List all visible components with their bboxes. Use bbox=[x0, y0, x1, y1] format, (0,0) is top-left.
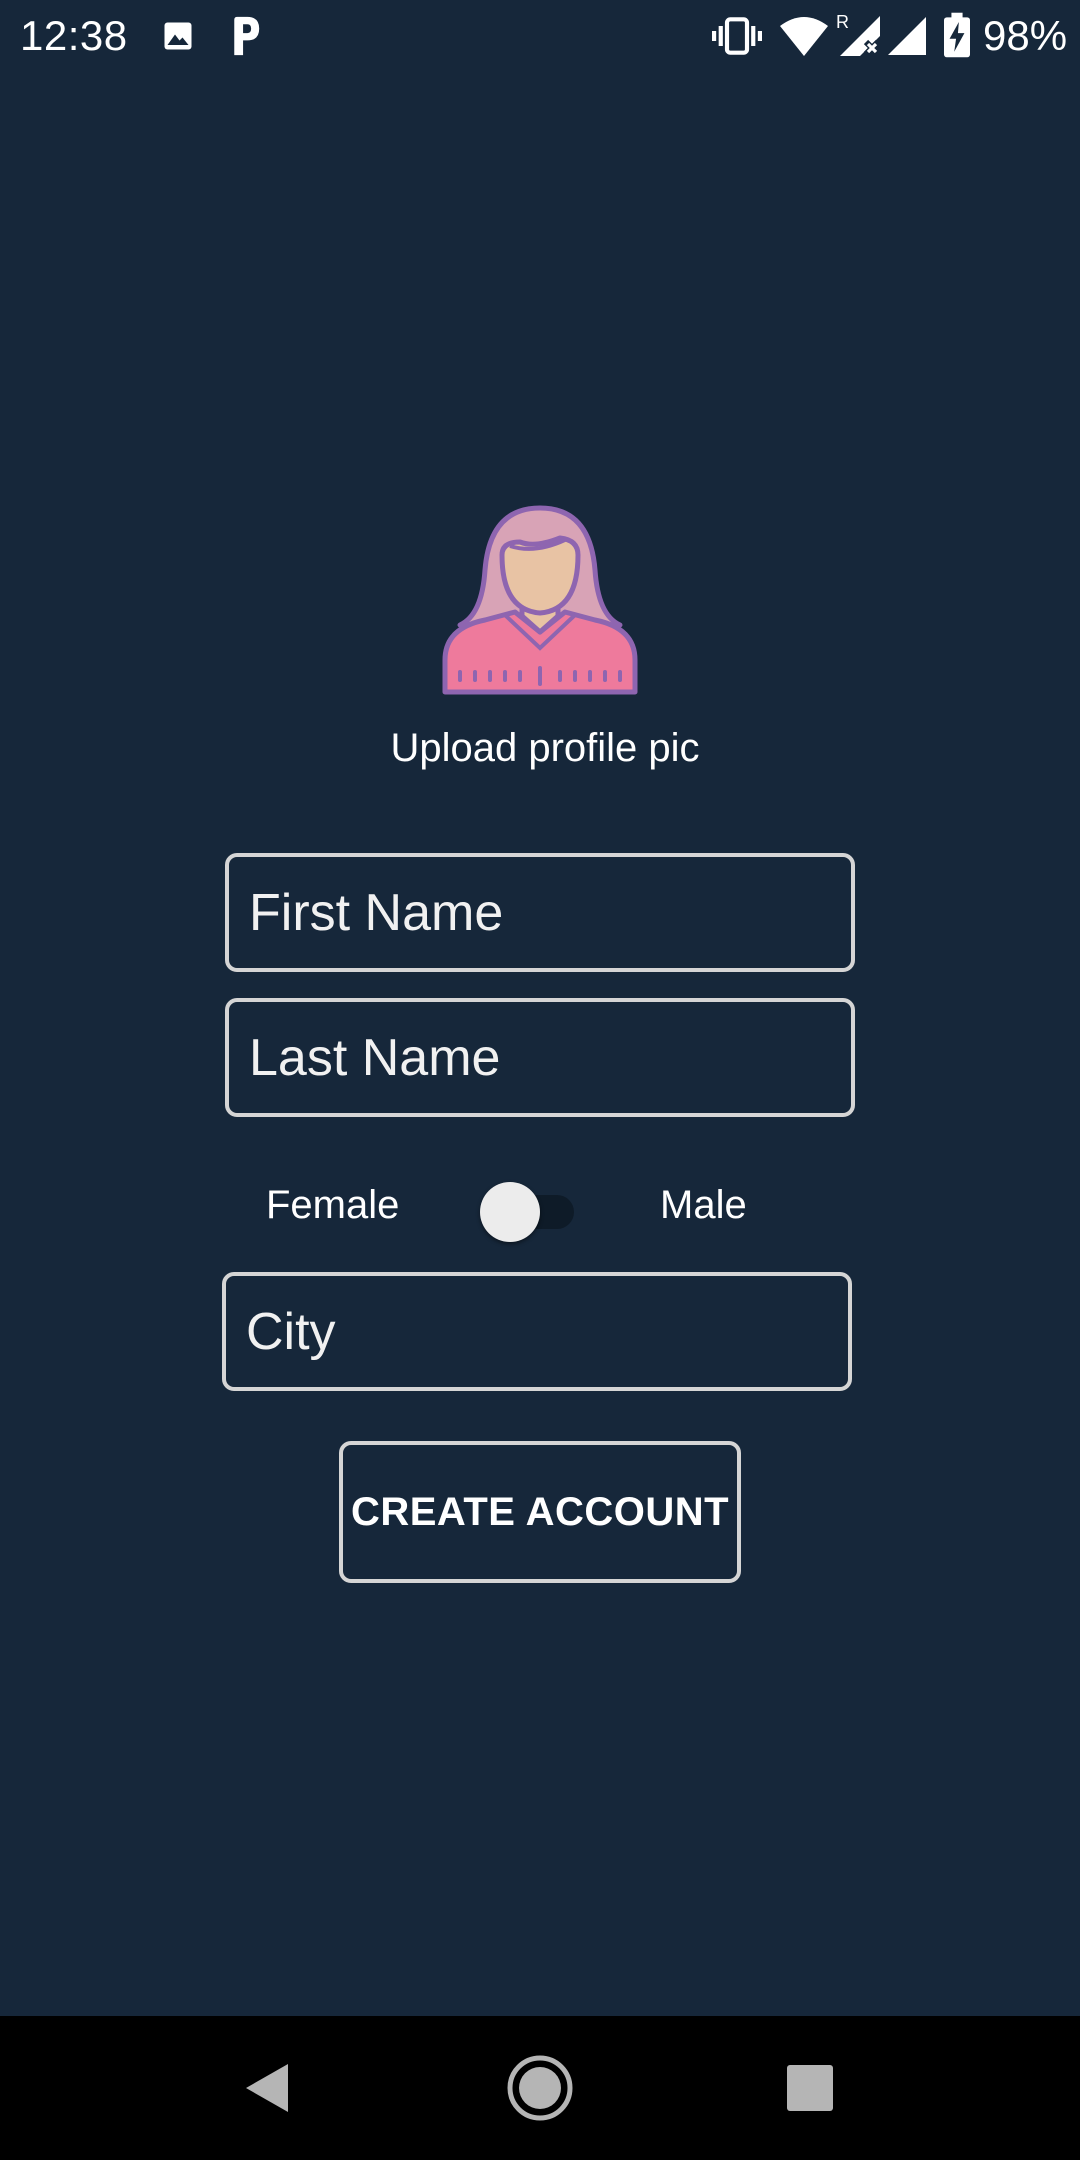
battery-percentage: 98% bbox=[983, 12, 1068, 59]
create-account-screen: 12:38 R 98% Upload profile pic First Nam… bbox=[0, 0, 1080, 2160]
svg-text:R: R bbox=[836, 12, 849, 32]
recents-icon[interactable] bbox=[774, 2052, 846, 2124]
battery-charging-icon bbox=[944, 12, 970, 58]
city-input[interactable] bbox=[222, 1272, 852, 1391]
first-name-input[interactable] bbox=[225, 853, 855, 972]
gender-switch[interactable] bbox=[480, 1178, 576, 1242]
gender-switch-thumb[interactable] bbox=[480, 1182, 540, 1242]
home-icon[interactable] bbox=[504, 2052, 576, 2124]
image-icon bbox=[164, 22, 192, 50]
wifi-icon bbox=[780, 17, 828, 56]
signal-icon bbox=[888, 17, 926, 55]
last-name-input[interactable] bbox=[225, 998, 855, 1117]
gender-female-label: Female bbox=[266, 1183, 400, 1227]
vibrate-icon bbox=[712, 17, 762, 55]
gender-male-label: Male bbox=[660, 1183, 747, 1227]
status-bar: 12:38 R 98% bbox=[0, 0, 1080, 72]
create-account-button[interactable]: CREATE ACCOUNT bbox=[339, 1441, 741, 1583]
back-icon[interactable] bbox=[232, 2052, 304, 2124]
upload-profile-pic-label[interactable]: Upload profile pic bbox=[300, 726, 790, 771]
signal-roaming-icon: R bbox=[836, 12, 881, 57]
female-avatar-icon[interactable] bbox=[440, 500, 640, 700]
system-nav-bar bbox=[0, 2016, 1080, 2160]
parking-icon bbox=[234, 16, 260, 56]
status-time: 12:38 bbox=[20, 12, 128, 59]
